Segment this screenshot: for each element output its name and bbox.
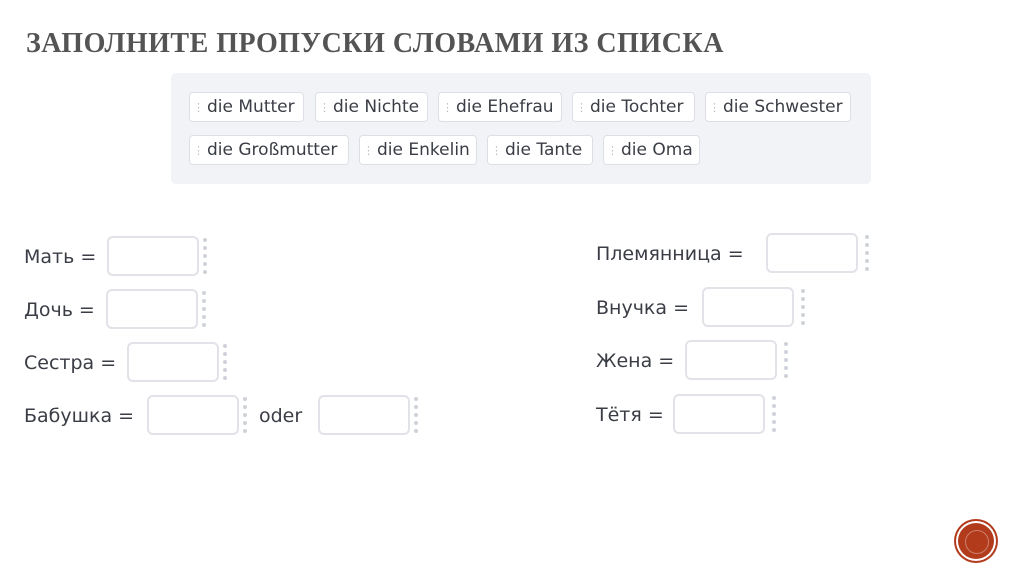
word-chip-label: die Enkelin bbox=[377, 140, 470, 160]
word-chip-label: die Oma bbox=[621, 140, 693, 160]
word-chip-die-ehefrau[interactable]: ⋮ die Ehefrau bbox=[438, 92, 562, 122]
drag-handle-icon: ⋮ bbox=[709, 100, 720, 114]
word-chip-die-grossmutter[interactable]: ⋮ die Großmutter bbox=[189, 135, 349, 165]
drop-zone-wife[interactable] bbox=[685, 340, 777, 380]
word-chip-die-mutter[interactable]: ⋮ die Mutter bbox=[189, 92, 304, 122]
word-chip-label: die Nichte bbox=[333, 97, 420, 117]
drag-handle-icon: ⋮ bbox=[319, 100, 330, 114]
drag-handle-icon: ⋮ bbox=[193, 100, 204, 114]
drag-handle-icon[interactable] bbox=[864, 235, 870, 271]
drag-handle-icon[interactable] bbox=[222, 344, 228, 380]
word-chip-label: die Ehefrau bbox=[456, 97, 554, 117]
word-chip-label: die Mutter bbox=[207, 97, 295, 117]
label-oder: oder bbox=[259, 405, 303, 427]
label-mother: Мать = bbox=[24, 246, 97, 268]
drag-handle-icon: ⋮ bbox=[576, 100, 587, 114]
label-granddaughter: Внучка = bbox=[596, 297, 690, 319]
drag-handle-icon[interactable] bbox=[800, 289, 806, 325]
word-chip-label: die Tante bbox=[505, 140, 583, 160]
label-niece: Племянница = bbox=[596, 243, 744, 265]
label-aunt: Тётя = bbox=[596, 404, 664, 426]
word-chip-die-tante[interactable]: ⋮ die Tante bbox=[487, 135, 593, 165]
label-grandmother: Бабушка = bbox=[24, 405, 135, 427]
drag-handle-icon[interactable] bbox=[413, 397, 419, 433]
drop-zone-daughter[interactable] bbox=[106, 289, 198, 329]
drop-zone-niece[interactable] bbox=[766, 233, 858, 273]
word-bank: ⋮ die Mutter ⋮ die Nichte ⋮ die Ehefrau … bbox=[171, 73, 871, 184]
word-chip-label: die Tochter bbox=[590, 97, 684, 117]
drop-zone-sister[interactable] bbox=[127, 342, 219, 382]
logo-badge bbox=[958, 523, 994, 559]
word-chip-label: die Schwester bbox=[723, 97, 843, 117]
drag-handle-icon[interactable] bbox=[242, 397, 248, 433]
page-title: ЗАПОЛНИТЕ ПРОПУСКИ СЛОВАМИ ИЗ СПИСКА bbox=[26, 28, 724, 59]
label-wife: Жена = bbox=[596, 350, 675, 372]
drag-handle-icon: ⋮ bbox=[491, 143, 502, 157]
drag-handle-icon[interactable] bbox=[783, 342, 789, 378]
drag-handle-icon: ⋮ bbox=[442, 100, 453, 114]
drag-handle-icon: ⋮ bbox=[607, 143, 618, 157]
drop-zone-mother[interactable] bbox=[107, 236, 199, 276]
word-chip-die-enkelin[interactable]: ⋮ die Enkelin bbox=[359, 135, 477, 165]
label-daughter: Дочь = bbox=[24, 299, 95, 321]
word-chip-die-schwester[interactable]: ⋮ die Schwester bbox=[705, 92, 851, 122]
drop-zone-grandmother-1[interactable] bbox=[147, 395, 239, 435]
drag-handle-icon[interactable] bbox=[202, 238, 208, 274]
drag-handle-icon: ⋮ bbox=[363, 143, 374, 157]
word-chip-die-tochter[interactable]: ⋮ die Tochter bbox=[572, 92, 695, 122]
drop-zone-granddaughter[interactable] bbox=[702, 287, 794, 327]
drag-handle-icon: ⋮ bbox=[193, 143, 204, 157]
label-sister: Сестра = bbox=[24, 352, 117, 374]
drop-zone-aunt[interactable] bbox=[673, 394, 765, 434]
word-chip-label: die Großmutter bbox=[207, 140, 338, 160]
word-chip-die-nichte[interactable]: ⋮ die Nichte bbox=[315, 92, 428, 122]
word-chip-die-oma[interactable]: ⋮ die Oma bbox=[603, 135, 700, 165]
drag-handle-icon[interactable] bbox=[201, 291, 207, 327]
drop-zone-grandmother-2[interactable] bbox=[318, 395, 410, 435]
drag-handle-icon[interactable] bbox=[771, 396, 777, 432]
